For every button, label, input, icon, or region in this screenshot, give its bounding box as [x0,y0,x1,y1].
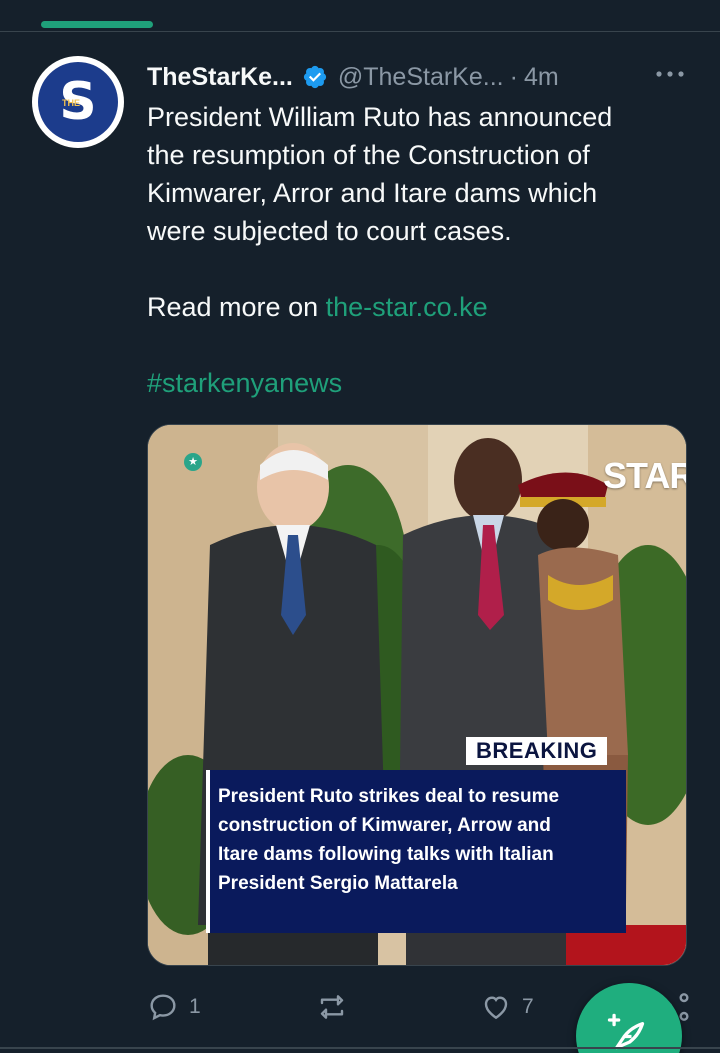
tweet-text-line: Kimwarer, Arror and Itare dams which [147,178,598,208]
reply-bubble-icon [150,994,176,1021]
display-name[interactable]: TheStarKe... [147,63,293,92]
headline-line: construction of Kimwarer, Arrow and [218,815,551,836]
article-link[interactable]: the-star.co.ke [326,292,488,322]
tweet-text-line: President William Ruto has announced [147,102,613,132]
read-more-line: Read more on the-star.co.ke [147,288,488,326]
read-more-prefix: Read more on [147,292,326,322]
retweet-icon [320,995,344,1019]
tweet-text-line: the resumption of the Construction of [147,140,590,170]
avatar-logo: S THE [38,62,118,142]
star-logo-icon: ★ [184,453,202,471]
tab-indicator [41,21,153,28]
headline-line: President Sergio Mattarela [218,873,458,894]
reply-button[interactable]: 1 [147,985,201,1029]
avatar-small-text: THE [62,98,80,108]
like-button[interactable]: 7 [480,985,534,1029]
avatar[interactable]: S THE [32,56,124,148]
retweet-button[interactable] [316,985,348,1029]
divider [0,1047,720,1049]
timestamp[interactable]: 4m [524,63,559,92]
headline-line: President Ruto strikes deal to resume [218,786,560,807]
hashtag-link[interactable]: #starkenyanews [147,364,342,402]
more-horizontal-icon[interactable] [654,66,686,82]
separator-dot: · [509,62,518,91]
reply-count: 1 [189,995,201,1018]
heart-icon [484,996,508,1020]
breaking-label: BREAKING [466,737,608,765]
like-count: 7 [522,995,534,1018]
user-handle[interactable]: @TheStarKe... [338,63,504,92]
tweet-page: S THE TheStarKe... @TheStarKe... · 4m Pr… [0,0,720,1053]
brand-watermark: STAR [603,455,687,496]
headline-box: President Ruto strikes deal to resume co… [206,770,626,933]
tweet-media-image[interactable]: ★ STAR BREAKING President Ruto strikes d… [147,424,687,966]
headline-line: Itare dams following talks with Italian [218,844,554,865]
tweet-text-line: were subjected to court cases. [147,216,512,246]
divider [0,31,720,32]
verified-badge-icon [303,65,326,89]
tweet-text: President William Ruto has announced the… [147,98,692,250]
tweet-header: TheStarKe... @TheStarKe... · 4m [147,60,692,94]
